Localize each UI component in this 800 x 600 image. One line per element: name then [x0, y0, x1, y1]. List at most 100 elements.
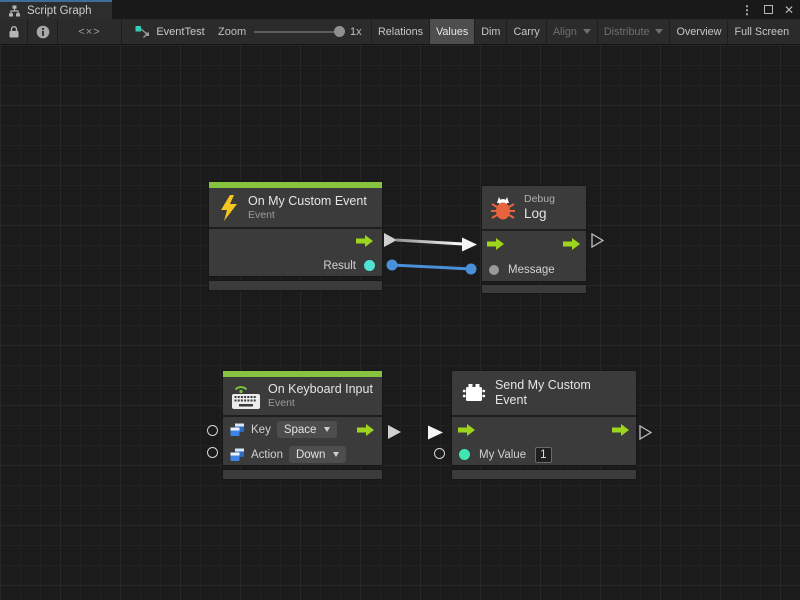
zoom-value: 1x: [350, 19, 362, 44]
action-port-label: Action: [251, 449, 283, 461]
node-body: Key Space: [223, 415, 382, 465]
script-graph-window: Script Graph ⋮ ✕ <×>: [0, 0, 800, 600]
title-bar: Script Graph ⋮ ✕: [0, 0, 800, 19]
flow-output-port[interactable]: [612, 423, 630, 437]
wire-control-keyboard-to-send: [388, 425, 443, 440]
node-debug-log[interactable]: Debug Log Message: [482, 186, 586, 281]
control-output-row: [209, 229, 382, 253]
flow-input-port[interactable]: [487, 237, 505, 251]
carry-label: Carry: [513, 26, 539, 38]
node-title: Log: [524, 206, 555, 222]
zoom-slider-track[interactable]: [254, 31, 342, 33]
enum-type-icon: [230, 423, 245, 437]
node-header: Debug Log: [482, 186, 586, 229]
values-label: Values: [436, 26, 468, 38]
node-subtitle: Event: [268, 397, 373, 410]
my-value-port-ring[interactable]: [434, 448, 445, 459]
node-on-keyboard-input[interactable]: On Keyboard Input Event Key Space: [223, 371, 382, 465]
flow-output-port[interactable]: [356, 234, 374, 248]
key-dropdown-value: Space: [284, 424, 317, 436]
node-header: On Keyboard Input Event: [223, 377, 382, 415]
tab-script-graph[interactable]: Script Graph: [0, 0, 112, 19]
my-value-port-label: My Value: [479, 449, 526, 461]
chevron-down-icon: [655, 29, 663, 34]
values-button[interactable]: Values: [429, 19, 474, 44]
graph-icon: [8, 5, 21, 17]
info-icon: [36, 25, 50, 39]
graph-canvas[interactable]: On My Custom Event Event Result: [0, 45, 800, 600]
node-on-my-custom-event[interactable]: On My Custom Event Event Result: [209, 182, 382, 276]
enum-type-icon: [230, 448, 245, 462]
message-input-row: Message: [482, 257, 586, 283]
flow-output-port[interactable]: [357, 423, 375, 437]
key-port-label: Key: [251, 424, 271, 436]
wire-control-custom-event-to-log: [384, 233, 477, 252]
info-button[interactable]: [28, 19, 58, 44]
graph-name: EventTest: [156, 26, 204, 38]
graph-node-icon: [135, 25, 150, 39]
control-row: [452, 417, 636, 442]
code-preview-button[interactable]: <×>: [58, 19, 122, 44]
dim-button[interactable]: Dim: [474, 19, 506, 44]
full-screen-label: Full Screen: [734, 26, 789, 38]
maximize-icon[interactable]: [764, 5, 773, 14]
next-flow-ghost-icon[interactable]: [639, 425, 652, 440]
graph-breadcrumb[interactable]: EventTest: [122, 19, 218, 44]
my-value-input[interactable]: 1: [535, 447, 551, 463]
action-dropdown[interactable]: Down: [289, 446, 346, 463]
node-header: On My Custom Event Event: [209, 188, 382, 227]
key-input-row: Key Space: [223, 417, 382, 442]
action-port-ring[interactable]: [207, 447, 218, 458]
zoom-slider-handle[interactable]: [334, 26, 345, 37]
message-value-port[interactable]: [489, 265, 499, 275]
close-icon[interactable]: ✕: [784, 3, 794, 17]
overview-label: Overview: [676, 26, 721, 38]
machine-unit-icon: [462, 383, 486, 404]
node-body: Result: [209, 227, 382, 276]
key-port-ring[interactable]: [207, 425, 218, 436]
node-title-small: Debug: [524, 193, 555, 206]
wire-value-result-to-message: [387, 260, 477, 275]
overview-button[interactable]: Overview: [669, 19, 727, 44]
distribute-button[interactable]: Distribute: [597, 19, 670, 44]
node-send-my-custom-event[interactable]: Send My Custom Event My Value 1: [452, 371, 636, 465]
window-controls: ⋮ ✕: [741, 0, 794, 19]
message-port-label: Message: [508, 264, 555, 276]
toolbar-buttons: Relations Values Dim Carry Align Distrib…: [371, 19, 800, 44]
zoom-label: Zoom: [218, 19, 246, 44]
relations-button[interactable]: Relations: [371, 19, 429, 44]
node-title: On My Custom Event: [248, 194, 367, 209]
flow-output-port[interactable]: [563, 237, 581, 251]
align-button[interactable]: Align: [546, 19, 597, 44]
wires-layer: [0, 45, 800, 600]
chevron-down-icon: [583, 29, 591, 34]
dim-label: Dim: [481, 26, 500, 38]
chevron-down-icon: [333, 452, 339, 457]
lightning-icon: [219, 195, 239, 221]
relations-label: Relations: [378, 26, 423, 38]
window-menu-icon[interactable]: ⋮: [741, 3, 753, 17]
action-dropdown-value: Down: [296, 449, 325, 461]
distribute-label: Distribute: [604, 26, 650, 38]
my-value-port[interactable]: [459, 449, 470, 460]
next-flow-ghost-icon[interactable]: [591, 233, 604, 248]
result-output-row: Result: [209, 253, 382, 278]
graph-toolbar: <×> EventTest Zoom 1x Relations Values D…: [0, 19, 800, 45]
result-value-port[interactable]: [364, 260, 375, 271]
lock-button[interactable]: [0, 19, 28, 44]
align-label: Align: [553, 26, 577, 38]
flow-input-port[interactable]: [458, 423, 476, 437]
code-preview-icon: <×>: [78, 26, 100, 38]
carry-button[interactable]: Carry: [506, 19, 545, 44]
my-value-input-row: My Value 1: [452, 442, 636, 467]
node-body: Message: [482, 229, 586, 281]
node-footer: [223, 470, 382, 479]
action-input-row: Action Down: [223, 442, 382, 467]
node-header: Send My Custom Event: [452, 371, 636, 415]
control-row: [482, 231, 586, 257]
result-port-label: Result: [323, 260, 356, 272]
key-dropdown[interactable]: Space: [277, 421, 338, 438]
full-screen-button[interactable]: Full Screen: [727, 19, 795, 44]
node-footer: [209, 281, 382, 290]
tab-label: Script Graph: [27, 5, 92, 17]
